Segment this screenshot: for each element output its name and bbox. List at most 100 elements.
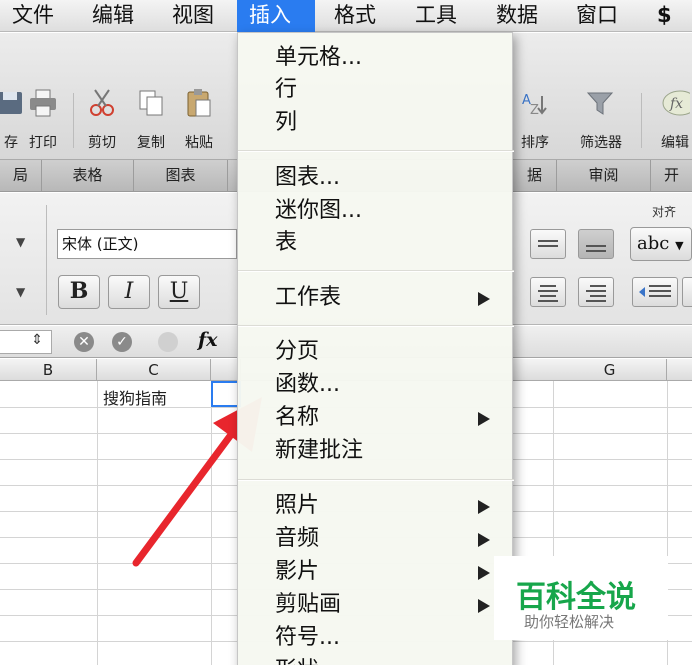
menu-item-table[interactable]: 表 xyxy=(238,227,514,259)
menu-item-clip-art[interactable]: 剪贴画 xyxy=(238,589,514,621)
underline-button[interactable]: U xyxy=(158,275,200,309)
filter-button[interactable]: 筛选器 xyxy=(578,88,624,156)
menu-item-label: 新建批注 xyxy=(275,438,364,463)
sort-button[interactable]: AZ 排序 xyxy=(512,88,558,156)
menu-item-label: 迷你图... xyxy=(275,198,362,223)
paste-label: 粘贴 xyxy=(185,135,213,151)
edit-label: 编辑 xyxy=(661,135,689,151)
grid-line xyxy=(97,381,98,665)
align-top-button[interactable] xyxy=(530,229,566,259)
menu-view[interactable]: 视图 xyxy=(160,0,226,32)
menu-insert[interactable]: 插入 xyxy=(237,0,315,32)
submenu-arrow-icon xyxy=(478,533,490,547)
column-header-c[interactable]: C xyxy=(97,359,211,381)
copy-button[interactable]: 复制 xyxy=(128,88,174,156)
menu-format[interactable]: 格式 xyxy=(322,0,388,32)
menu-separator xyxy=(238,270,514,272)
tab-review[interactable]: 审阅 xyxy=(557,160,651,191)
menu-separator xyxy=(238,325,514,327)
menu-data[interactable]: 数据 xyxy=(484,0,550,32)
font-name-field[interactable]: 宋体 (正文) xyxy=(57,229,237,259)
insert-menu-dropdown: 单元格... 行 列 图表... 迷你图... 表 工作表 分页 函数... 名… xyxy=(237,32,514,665)
menu-file[interactable]: 文件 xyxy=(0,0,66,32)
copy-icon xyxy=(136,88,166,118)
more-align-button[interactable] xyxy=(682,277,692,307)
insert-function-circle-icon[interactable] xyxy=(158,332,178,352)
menu-item-chart[interactable]: 图表... xyxy=(238,162,514,194)
svg-text:fx: fx xyxy=(669,96,683,112)
submenu-arrow-icon xyxy=(478,412,490,426)
tab-layout[interactable]: 局 xyxy=(0,160,42,191)
menu-bar: 文件 编辑 视图 插入 格式 工具 数据 窗口 $ xyxy=(0,0,692,32)
sort-label: 排序 xyxy=(521,135,549,151)
menu-item-name[interactable]: 名称 xyxy=(238,402,514,434)
menu-item-label: 列 xyxy=(275,110,298,135)
tab-developer[interactable]: 开 xyxy=(651,160,692,191)
edit-formula-button[interactable]: fx 编辑 xyxy=(652,88,692,156)
submenu-arrow-icon xyxy=(478,500,490,514)
column-header-g[interactable]: G xyxy=(553,359,667,381)
decrease-indent-button[interactable] xyxy=(632,277,678,307)
menu-item-function[interactable]: 函数... xyxy=(238,369,514,401)
menu-item-shape[interactable]: 形状 xyxy=(238,655,514,665)
menu-item-label: 表 xyxy=(275,230,298,255)
fx-icon[interactable]: fx xyxy=(198,329,218,351)
text-orientation-button[interactable]: abc ▼ xyxy=(630,227,692,261)
submenu-arrow-icon xyxy=(478,566,490,580)
menu-item-label: 影片 xyxy=(275,559,320,584)
menu-item-rows[interactable]: 行 xyxy=(238,74,514,106)
abc-label: abc xyxy=(637,233,670,254)
stepper-icon[interactable]: ⇕ xyxy=(31,332,43,348)
menu-item-symbol[interactable]: 符号... xyxy=(238,622,514,654)
menu-item-new-comment[interactable]: 新建批注 xyxy=(238,435,514,467)
menu-item-page-break[interactable]: 分页 xyxy=(238,336,514,368)
menu-item-sheet[interactable]: 工作表 xyxy=(238,282,514,314)
submenu-arrow-icon xyxy=(478,599,490,613)
menu-item-label: 分页 xyxy=(275,339,320,364)
menu-item-audio[interactable]: 音频 xyxy=(238,523,514,555)
menu-tools[interactable]: 工具 xyxy=(403,0,469,32)
menu-window[interactable]: 窗口 xyxy=(564,0,630,32)
paste-button[interactable]: 粘贴 xyxy=(176,88,222,156)
style-dropdown-arrow-icon[interactable]: ▼ xyxy=(16,235,25,249)
column-header-b[interactable]: B xyxy=(0,359,97,381)
align-middle-button[interactable] xyxy=(578,229,614,259)
align-center-button[interactable] xyxy=(530,277,566,307)
script-menu-icon[interactable]: $ xyxy=(645,0,684,32)
align-group-label: 对齐 xyxy=(652,205,677,219)
tab-tables[interactable]: 表格 xyxy=(42,160,134,191)
menu-edit[interactable]: 编辑 xyxy=(80,0,146,32)
bold-button[interactable]: B xyxy=(58,275,100,309)
tab-charts[interactable]: 图表 xyxy=(134,160,228,191)
menu-item-photo[interactable]: 照片 xyxy=(238,490,514,522)
menu-item-cells[interactable]: 单元格... xyxy=(238,42,514,74)
align-right-button[interactable] xyxy=(578,277,614,307)
menu-item-movie[interactable]: 影片 xyxy=(238,556,514,588)
menu-item-columns[interactable]: 列 xyxy=(238,107,514,139)
cut-button[interactable]: 剪切 xyxy=(79,88,125,156)
confirm-formula-icon[interactable]: ✓ xyxy=(112,332,132,352)
cancel-formula-icon[interactable]: ✕ xyxy=(74,332,94,352)
watermark-logo: 百科全说 助你轻松解决 xyxy=(494,556,668,640)
watermark-subtitle: 助你轻松解决 xyxy=(524,613,615,631)
menu-item-label: 行 xyxy=(275,77,298,102)
print-label: 打印 xyxy=(29,135,57,151)
menu-separator xyxy=(238,479,514,481)
filter-label: 筛选器 xyxy=(580,135,622,151)
menu-item-label: 音频 xyxy=(275,526,320,551)
name-box[interactable]: ⇕ xyxy=(0,330,52,354)
menu-item-label: 函数... xyxy=(275,372,340,397)
sort-icon: AZ xyxy=(520,88,550,118)
watermark-title: 百科全说 xyxy=(516,580,636,615)
scissors-icon xyxy=(87,88,117,118)
tab-data[interactable]: 据 xyxy=(513,160,557,191)
menu-item-sparklines[interactable]: 迷你图... xyxy=(238,195,514,227)
cell-c1[interactable]: 搜狗指南 xyxy=(103,385,167,409)
menu-item-label: 照片 xyxy=(275,493,320,518)
italic-button[interactable]: I xyxy=(108,275,150,309)
menu-item-label: 工作表 xyxy=(275,285,342,310)
style-dropdown-arrow-icon[interactable]: ▼ xyxy=(16,285,25,299)
print-button[interactable]: 打印 xyxy=(20,88,66,156)
menu-item-label: 符号... xyxy=(275,625,340,650)
grid-line xyxy=(211,381,212,665)
